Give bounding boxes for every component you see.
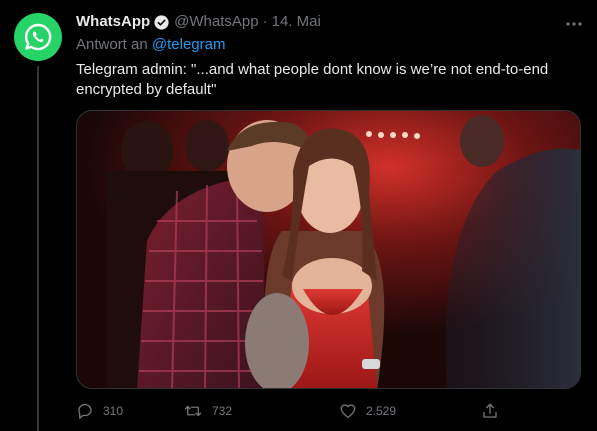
- tweet-actions: 310 732 2.529: [76, 400, 506, 422]
- avatar-column: [14, 13, 64, 61]
- more-options-icon[interactable]: [565, 14, 583, 30]
- nightclub-photo-image: [77, 111, 580, 388]
- avatar[interactable]: [14, 13, 62, 61]
- reply-prefix: Antwort an: [76, 36, 148, 53]
- heart-icon: [340, 404, 356, 419]
- reply-icon: [78, 403, 92, 419]
- share-icon: [483, 403, 497, 418]
- verified-badge-icon: [153, 14, 170, 31]
- thread-line: [37, 66, 39, 431]
- like-count: 2.529: [366, 404, 397, 418]
- tweet[interactable]: WhatsApp @WhatsApp · 14. Mai Antwort an …: [0, 0, 597, 431]
- reply-mention-link[interactable]: @telegram: [152, 36, 226, 53]
- retweet-count: 732: [212, 404, 233, 418]
- tweet-content: WhatsApp @WhatsApp · 14. Mai Antwort an …: [76, 12, 583, 100]
- reply-button[interactable]: 310: [76, 402, 123, 420]
- tweet-text: Telegram admin: "...and what people dont…: [76, 61, 549, 98]
- reply-count: 310: [103, 404, 124, 418]
- separator-dot: ·: [262, 13, 268, 30]
- reply-context: Antwort an @telegram: [76, 35, 583, 55]
- share-button[interactable]: [481, 402, 499, 420]
- user-handle[interactable]: @WhatsApp: [174, 12, 258, 32]
- whatsapp-logo-icon: [24, 23, 52, 51]
- retweet-button[interactable]: 732: [183, 402, 232, 420]
- tweet-header: WhatsApp @WhatsApp · 14. Mai: [76, 12, 583, 32]
- tweet-date[interactable]: 14. Mai: [272, 12, 321, 32]
- like-button[interactable]: 2.529: [339, 402, 396, 420]
- display-name[interactable]: WhatsApp: [76, 12, 150, 32]
- tweet-media[interactable]: [76, 110, 581, 389]
- retweet-icon: [184, 405, 202, 417]
